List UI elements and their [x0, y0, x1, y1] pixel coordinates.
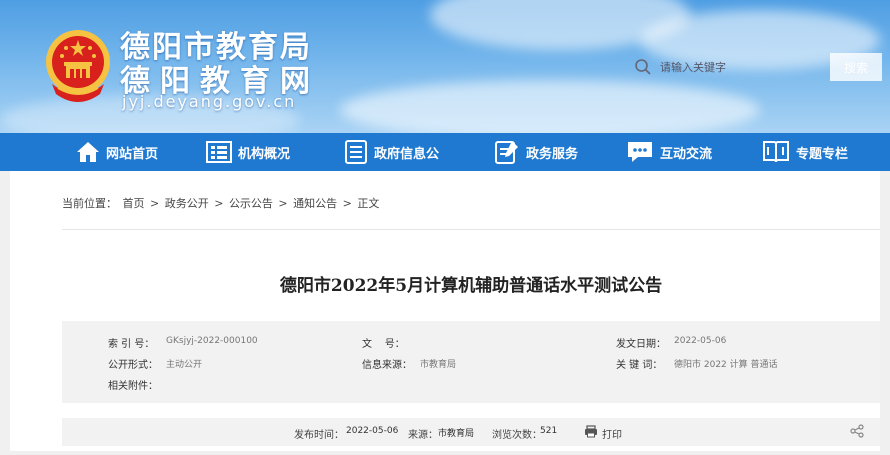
views-label: 浏览次数：: [492, 430, 542, 441]
edit-icon: [495, 141, 518, 164]
article-meta-box: 索 引 号： GKsjyj-2022-000100 文 号： 发文日期： 202…: [62, 321, 880, 403]
main-nav: 网站首页 机构概况 政府信息公 政务服务 互动交流 专题专栏: [0, 133, 890, 171]
meta-issue-date-value: 2022-05-06: [674, 336, 727, 346]
meta-doc-no-label: 文 号：: [362, 339, 405, 350]
search-icon: [635, 59, 651, 75]
nav-item-organization[interactable]: 机构概况: [206, 133, 290, 171]
breadcrumb-separator: >: [274, 197, 292, 210]
meta-index-value: GKsjyj-2022-000100: [166, 336, 258, 346]
cloud-decoration: [340, 80, 760, 133]
search-input[interactable]: [660, 60, 810, 74]
breadcrumb-separator: >: [210, 197, 227, 210]
search-button[interactable]: 搜索: [830, 53, 882, 81]
nav-item-home[interactable]: 网站首页: [76, 133, 158, 171]
meta-attachments-label: 相关附件：: [108, 381, 158, 392]
site-domain: jyj.deyang.gov.cn: [122, 92, 297, 111]
book-icon: [763, 141, 789, 163]
search-box: [626, 54, 826, 80]
meta-keywords-label: 关 键 词：: [616, 360, 663, 371]
breadcrumb-item-notices[interactable]: 通知公告: [293, 197, 337, 210]
meta-index-label: 索 引 号：: [108, 339, 155, 350]
national-emblem-icon: [46, 30, 110, 102]
meta-public-form-label: 公开形式：: [108, 360, 158, 371]
print-icon[interactable]: [584, 425, 598, 438]
org-icon: [206, 141, 232, 163]
nav-item-label: 机构概况: [238, 146, 291, 162]
nav-item-interaction[interactable]: 互动交流: [626, 133, 712, 171]
nav-item-topics[interactable]: 专题专栏: [762, 133, 848, 171]
chat-icon: [628, 142, 652, 162]
publish-source-label: 来源：: [408, 430, 438, 441]
divider: [62, 229, 880, 230]
share-icon[interactable]: [850, 424, 864, 438]
article-page: 当前位置： 首页 > 政务公开 > 公示公告 > 通知公告 > 正文 德阳市20…: [10, 171, 880, 451]
breadcrumb-item-current: 正文: [357, 197, 380, 210]
article-title: 德阳市2022年5月计算机辅助普通话水平测试公告: [279, 276, 663, 296]
breadcrumb-item-gov-affairs[interactable]: 政务公开: [165, 197, 209, 210]
meta-source-label: 信息来源：: [362, 360, 412, 371]
breadcrumb-prefix: 当前位置：: [62, 197, 117, 210]
publish-time-label: 发布时间：: [294, 430, 344, 441]
publish-info-bar: 发布时间： 2022-05-06 来源： 市教育局 浏览次数： 521 打印: [62, 418, 880, 446]
meta-source-value: 市教育局: [420, 360, 457, 370]
nav-item-label: 政务服务: [526, 146, 579, 162]
breadcrumb-item-announcements[interactable]: 公示公告: [229, 197, 273, 210]
breadcrumb-item-home[interactable]: 首页: [123, 197, 145, 210]
nav-item-gov-info[interactable]: 政府信息公: [344, 133, 439, 171]
breadcrumb-separator: >: [339, 197, 356, 210]
nav-item-label: 互动交流: [660, 146, 713, 162]
meta-keywords-value: 德阳市 2022 计算 普通话: [674, 360, 778, 370]
publish-time-value: 2022-05-06: [346, 426, 399, 436]
nav-item-label: 专题专栏: [796, 146, 849, 162]
meta-issue-date-label: 发文日期：: [616, 339, 666, 350]
nav-item-label: 网站首页: [106, 146, 159, 162]
home-icon: [77, 142, 99, 162]
document-icon: [345, 140, 367, 164]
breadcrumb-separator: >: [146, 197, 163, 210]
print-link[interactable]: 打印: [602, 426, 622, 441]
breadcrumb: 当前位置： 首页 > 政务公开 > 公示公告 > 通知公告 > 正文: [62, 195, 381, 211]
header-banner: 德阳市教育局 德阳教育网 jyj.deyang.gov.cn 搜索: [0, 0, 890, 133]
views-value: 521: [540, 426, 558, 436]
nav-item-services[interactable]: 政务服务: [494, 133, 578, 171]
publish-source-value: 市教育局: [438, 429, 475, 439]
nav-item-label: 政府信息公: [374, 146, 440, 162]
meta-public-form-value: 主动公开: [166, 360, 203, 370]
